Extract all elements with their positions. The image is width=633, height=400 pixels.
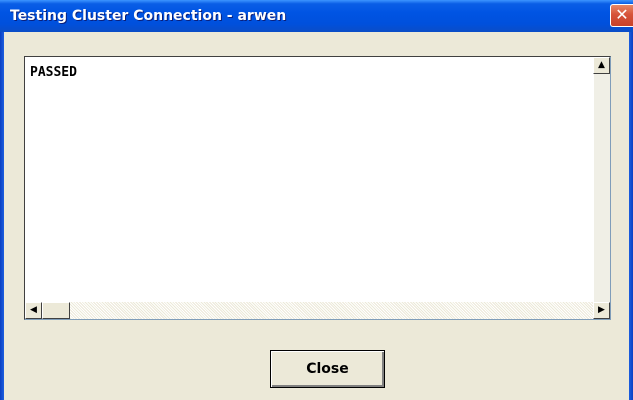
scroll-up-icon[interactable]: ▲ bbox=[593, 57, 610, 74]
vertical-scrollbar[interactable]: ▲ ▼ bbox=[593, 57, 610, 319]
output-textarea[interactable]: PASSED ▲ ▼ ◀ ▶ bbox=[24, 56, 611, 320]
scroll-left-icon[interactable]: ◀ bbox=[25, 302, 42, 319]
close-window-icon[interactable]: ✕ bbox=[610, 4, 633, 27]
title-bar[interactable]: Testing Cluster Connection - arwen ✕ bbox=[0, 0, 633, 32]
close-button[interactable]: Close bbox=[270, 350, 385, 388]
window-title: Testing Cluster Connection - arwen bbox=[10, 8, 287, 24]
output-text: PASSED bbox=[30, 65, 77, 80]
dialog-window: Testing Cluster Connection - arwen ✕ PAS… bbox=[0, 0, 633, 400]
window-border-right bbox=[629, 32, 633, 400]
window-border-left bbox=[0, 32, 4, 400]
scroll-right-icon[interactable]: ▶ bbox=[593, 302, 610, 319]
horizontal-scrollbar[interactable]: ◀ ▶ bbox=[25, 302, 610, 319]
horizontal-scroll-thumb[interactable] bbox=[42, 302, 70, 319]
